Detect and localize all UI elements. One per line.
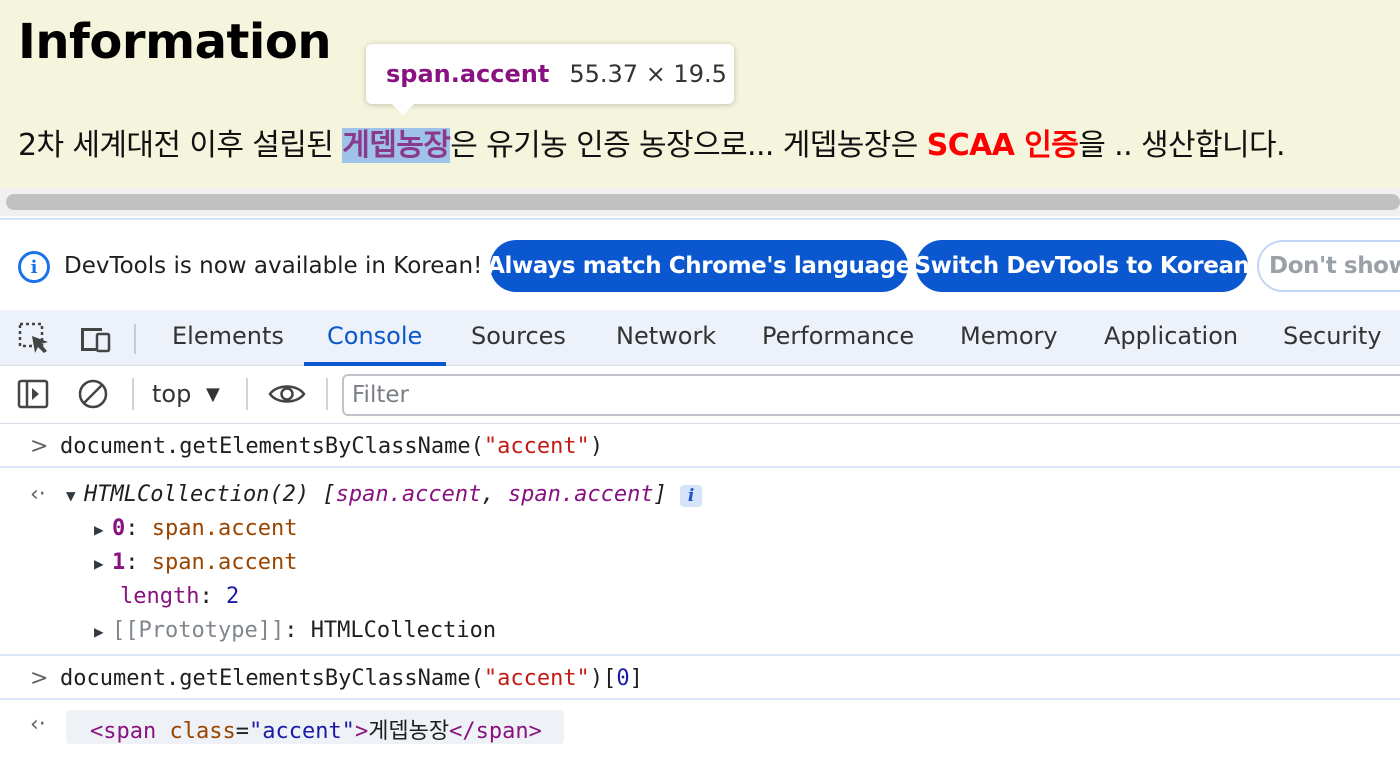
page-paragraph: 2차 세계대전 이후 설립된 게뎁농장은 유기농 인증 농장으로... 게뎁농장… <box>18 120 1286 164</box>
length-value: 2 <box>225 584 240 609</box>
code-text: )[ <box>589 666 617 691</box>
tab-performance[interactable]: Performance <box>762 322 914 350</box>
prototype-value: HTMLCollection <box>310 618 497 643</box>
console-output: > document.getElementsByClassName("accen… <box>0 424 1400 758</box>
tab-memory[interactable]: Memory <box>960 322 1058 350</box>
console-divider <box>0 466 1400 468</box>
collection-item: span.accent <box>335 482 482 507</box>
entry-key: 0 <box>112 516 126 541</box>
input-prompt-icon: > <box>30 434 49 459</box>
collapsed-triangle-icon[interactable]: ▶ <box>94 520 112 539</box>
collapsed-triangle-icon[interactable]: ▶ <box>94 622 112 641</box>
tag-close-bracket: > <box>354 719 369 744</box>
toolbar-separator <box>132 378 134 410</box>
code-string: "accent" <box>483 666 590 691</box>
console-divider <box>0 698 1400 700</box>
code-text: document.getElementsByClassName( <box>60 434 484 459</box>
infobar-message: DevTools is now available in Korean! <box>64 253 483 279</box>
inspect-element-icon[interactable] <box>16 320 52 356</box>
element-text: 게뎁농장 <box>368 719 450 744</box>
console-toolbar: top ▼ Filter <box>0 366 1400 424</box>
expanded-triangle-icon[interactable]: ▼ <box>66 486 84 505</box>
bracket: [ <box>322 482 336 507</box>
tooltip-dimensions: 55.37 × 19.5 <box>569 60 727 88</box>
entry-value: span.accent <box>151 550 298 575</box>
highlighted-accent-span[interactable]: 게뎁농장 <box>342 128 451 163</box>
live-expression-eye-icon[interactable] <box>268 377 306 411</box>
page-title: Information <box>18 14 332 70</box>
tab-security[interactable]: Security <box>1283 322 1382 350</box>
page-content: Information 2차 세계대전 이후 설립된 게뎁농장은 유기농 인증 … <box>0 0 1400 188</box>
tab-application[interactable]: Application <box>1104 322 1238 350</box>
equals: = <box>235 719 249 744</box>
toolbar-separator <box>246 378 248 410</box>
tag-open: <span <box>90 719 170 744</box>
tag-attribute: class <box>169 719 236 744</box>
collection-item: span.accent <box>507 482 654 507</box>
devtools-tabbar: Elements Console Sources Network Perform… <box>0 310 1400 366</box>
code-text: ] <box>629 666 643 691</box>
context-selector[interactable]: top <box>152 380 191 408</box>
filter-input[interactable]: Filter <box>342 374 1400 416</box>
tab-sources[interactable]: Sources <box>471 322 566 350</box>
result-arrow-icon: ‹· <box>30 712 46 737</box>
clear-console-icon[interactable] <box>76 377 110 411</box>
device-toolbar-icon[interactable] <box>76 320 112 356</box>
code-number: 0 <box>616 666 630 691</box>
para-text-before: 2차 세계대전 이후 설립된 <box>18 128 343 163</box>
tooltip-selector: span.accent <box>386 60 550 88</box>
dont-show-again-button[interactable]: Don't show <box>1257 240 1400 292</box>
tag-attribute-value: "accent" <box>248 719 355 744</box>
red-accent-span[interactable]: SCAA 인증 <box>927 128 1079 163</box>
console-result-line[interactable]: ‹· <span class="accent">게뎁농장</span> <box>0 710 1400 744</box>
collapsed-triangle-icon[interactable]: ▶ <box>94 554 112 573</box>
info-icon: i <box>18 251 50 283</box>
prototype-key: [[Prototype]] <box>112 618 285 643</box>
bracket: ] <box>653 482 667 507</box>
inspect-tooltip: span.accent 55.37 × 19.5 <box>366 44 734 115</box>
switch-to-korean-button[interactable]: Switch DevTools to Korean <box>914 240 1250 292</box>
horizontal-scrollbar[interactable] <box>0 188 1400 216</box>
language-infobar: i DevTools is now available in Korean! A… <box>0 218 1400 310</box>
comma: , <box>481 482 508 507</box>
para-text-middle: 은 유기농 인증 농장으로... 게뎁농장은 <box>450 128 927 163</box>
chevron-down-icon[interactable]: ▼ <box>206 384 220 405</box>
tab-separator <box>134 324 136 354</box>
tab-console[interactable]: Console <box>327 322 422 350</box>
info-badge-icon[interactable]: i <box>680 485 703 507</box>
code-string: "accent" <box>483 434 590 459</box>
toolbar-separator <box>326 378 328 410</box>
tab-network[interactable]: Network <box>616 322 716 350</box>
collection-type: HTMLCollection(2) <box>84 482 323 507</box>
console-divider <box>0 654 1400 656</box>
always-match-language-button[interactable]: Always match Chrome's language <box>487 240 911 292</box>
tab-elements[interactable]: Elements <box>172 322 284 350</box>
length-key: length <box>120 584 200 609</box>
tag-end: </span> <box>449 719 542 744</box>
entry-value: span.accent <box>151 516 298 541</box>
code-text: ) <box>589 434 604 459</box>
show-sidebar-icon[interactable] <box>16 377 50 411</box>
para-text-after: 을 .. 생산합니다. <box>1078 128 1285 163</box>
entry-key: 1 <box>112 550 126 575</box>
input-prompt-icon: > <box>30 666 49 691</box>
scrollbar-thumb[interactable] <box>6 194 1400 210</box>
code-text: document.getElementsByClassName( <box>60 666 484 691</box>
result-arrow-icon: ‹· <box>30 482 46 507</box>
